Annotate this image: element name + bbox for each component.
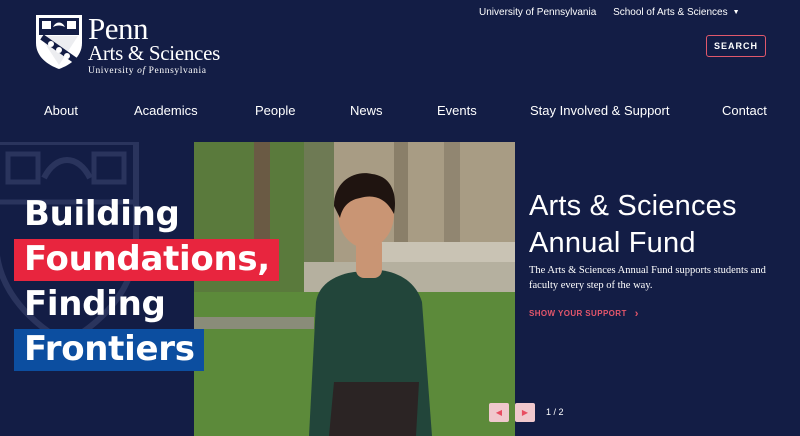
slide-description: The Arts & Sciences Annual Fund supports… <box>529 265 766 291</box>
show-support-link[interactable]: SHOW YOUR SUPPORT › <box>529 308 639 320</box>
utility-nav: University of Pennsylvania School of Art… <box>479 7 740 18</box>
penn-shield-icon <box>36 15 82 69</box>
search-button[interactable]: SEARCH <box>706 35 766 57</box>
headline-line-4: Frontiers <box>14 329 204 371</box>
next-arrow-icon: ▶ <box>521 408 529 417</box>
nav-events[interactable]: Events <box>437 103 477 118</box>
headline-line-3: Finding <box>24 284 166 324</box>
hero-headline: Building Foundations, Finding Frontiers <box>14 194 279 374</box>
logo-penn-text: Penn <box>88 11 148 46</box>
logo-university-text: University of Pennsylvania <box>88 66 207 76</box>
hero-carousel: Building Foundations, Finding Frontiers … <box>0 142 800 436</box>
carousel-next-button[interactable]: ▶ <box>515 403 535 422</box>
main-nav: About Academics People News Events Stay … <box>0 103 800 119</box>
slide-counter: 1 / 2 <box>546 407 564 417</box>
nav-news[interactable]: News <box>350 103 383 118</box>
chevron-right-icon: › <box>634 308 639 320</box>
caret-down-icon: ▼ <box>732 9 740 16</box>
nav-people[interactable]: People <box>255 103 295 118</box>
headline-line-2: Foundations, <box>14 239 279 281</box>
nav-about[interactable]: About <box>44 103 78 118</box>
nav-contact[interactable]: Contact <box>722 103 767 118</box>
headline-line-1: Building <box>24 194 180 234</box>
slide-title-line-1: Arts & Sciences <box>529 190 737 222</box>
carousel-prev-button[interactable]: ◀ <box>489 403 509 422</box>
prev-arrow-icon: ◀ <box>495 408 503 417</box>
logo-school-text: Arts & Sciences <box>88 41 220 65</box>
slide-title-line-2: Annual Fund <box>529 227 696 259</box>
university-link[interactable]: University of Pennsylvania <box>479 7 596 18</box>
slide-title: Arts & Sciences Annual Fund <box>529 188 737 262</box>
site-logo[interactable]: Penn Arts & Sciences University of Penns… <box>34 11 224 76</box>
nav-stay-involved[interactable]: Stay Involved & Support <box>530 103 669 118</box>
nav-academics[interactable]: Academics <box>134 103 198 118</box>
school-dropdown[interactable]: School of Arts & Sciences ▼ <box>613 7 739 18</box>
